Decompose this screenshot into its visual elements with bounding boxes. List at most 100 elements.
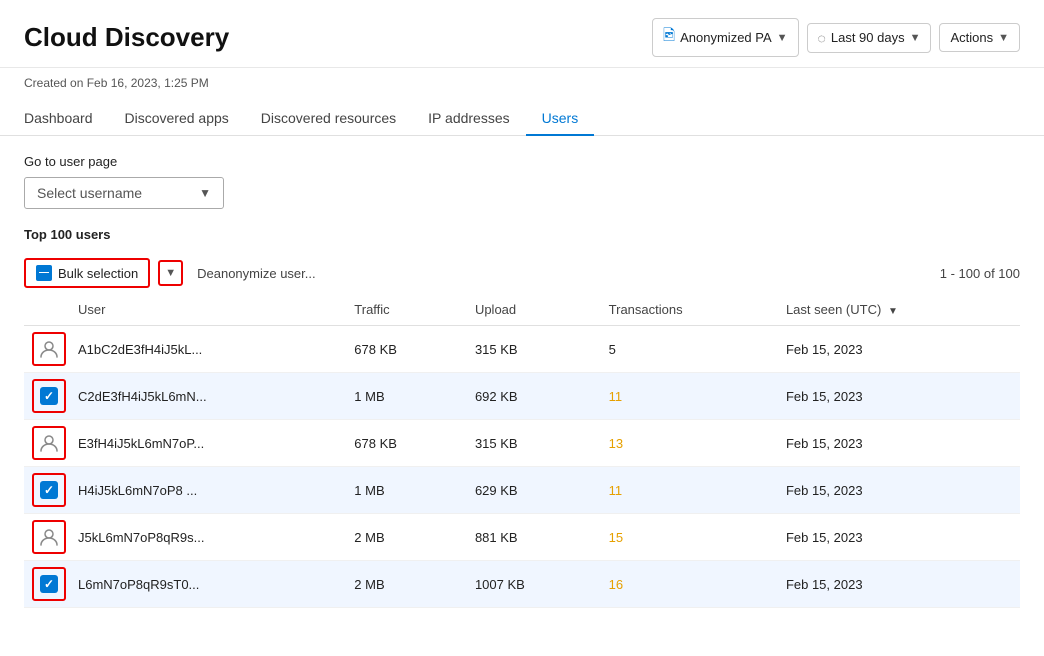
row-user: H4iJ5kL6mN7oP8 ... (66, 467, 342, 514)
go-to-user-label: Go to user page (24, 154, 1020, 169)
row-upload: 315 KB (463, 420, 597, 467)
actions-label: Actions (950, 30, 993, 45)
date-chevron-icon: ▼ (910, 32, 921, 44)
date-range-button[interactable]: ◌ Last 90 days ▼ (807, 23, 932, 53)
username-dropdown[interactable]: Select username ▼ (24, 177, 224, 209)
tab-users[interactable]: Users (526, 102, 595, 136)
created-on-text: Created on Feb 16, 2023, 1:25 PM (24, 76, 209, 90)
header: Cloud Discovery 🖻 Anonymized PA ▼ ◌ Last… (0, 0, 1044, 68)
header-controls: 🖻 Anonymized PA ▼ ◌ Last 90 days ▼ Actio… (652, 18, 1020, 57)
row-checkbox-cell (24, 561, 66, 608)
row-transactions: 5 (597, 326, 774, 373)
col-last-seen[interactable]: Last seen (UTC) ▼ (774, 294, 1020, 326)
row-checkbox-cell (24, 326, 66, 373)
sort-icon: ▼ (888, 306, 898, 317)
report-chevron-icon: ▼ (777, 32, 788, 44)
row-transactions: 11 (597, 373, 774, 420)
row-checkbox-wrapper[interactable] (32, 426, 66, 460)
row-last-seen: Feb 15, 2023 (774, 420, 1020, 467)
users-table: User Traffic Upload Transactions Last se… (24, 294, 1020, 608)
row-checkbox-wrapper[interactable] (32, 379, 66, 413)
table-row: E3fH4iJ5kL6mN7oP...678 KB315 KB13Feb 15,… (24, 420, 1020, 467)
col-upload[interactable]: Upload (463, 294, 597, 326)
dropdown-chevron-icon: ▼ (199, 186, 211, 200)
user-avatar-icon (35, 429, 63, 457)
main-content: Go to user page Select username ▼ Top 10… (0, 136, 1044, 626)
date-range-label: Last 90 days (831, 30, 905, 45)
tab-discovered-resources[interactable]: Discovered resources (245, 102, 412, 136)
table-row: J5kL6mN7oP8qR9s...2 MB881 KB15Feb 15, 20… (24, 514, 1020, 561)
row-transactions: 11 (597, 467, 774, 514)
bulk-left: Bulk selection ▼ Deanonymize user... (24, 258, 324, 288)
row-upload: 315 KB (463, 326, 597, 373)
col-transactions[interactable]: Transactions (597, 294, 774, 326)
row-user: J5kL6mN7oP8qR9s... (66, 514, 342, 561)
user-avatar-icon (35, 523, 63, 551)
bulk-checkbox-icon (36, 265, 52, 281)
bulk-bar: Bulk selection ▼ Deanonymize user... 1 -… (24, 252, 1020, 294)
row-transactions: 15 (597, 514, 774, 561)
row-user: C2dE3fH4iJ5kL6mN... (66, 373, 342, 420)
row-traffic: 1 MB (342, 373, 463, 420)
row-checkbox-wrapper[interactable] (32, 567, 66, 601)
deanonymize-button[interactable]: Deanonymize user... (189, 261, 324, 286)
user-avatar-icon (35, 335, 63, 363)
row-transactions: 16 (597, 561, 774, 608)
row-checkbox-cell (24, 420, 66, 467)
row-upload: 692 KB (463, 373, 597, 420)
row-traffic: 2 MB (342, 561, 463, 608)
col-traffic[interactable]: Traffic (342, 294, 463, 326)
row-checkbox-wrapper[interactable] (32, 473, 66, 507)
table-row: A1bC2dE3fH4iJ5kL...678 KB315 KB5Feb 15, … (24, 326, 1020, 373)
row-user: L6mN7oP8qR9sT0... (66, 561, 342, 608)
username-placeholder: Select username (37, 185, 142, 201)
col-checkbox (24, 294, 66, 326)
row-upload: 881 KB (463, 514, 597, 561)
row-traffic: 678 KB (342, 326, 463, 373)
row-checkbox-wrapper[interactable] (32, 332, 66, 366)
top-users-label: Top 100 users (24, 227, 1020, 242)
table-header-row: User Traffic Upload Transactions Last se… (24, 294, 1020, 326)
sub-header: Created on Feb 16, 2023, 1:25 PM (0, 68, 1044, 90)
bulk-selection-button[interactable]: Bulk selection (24, 258, 150, 288)
tabs-bar: Dashboard Discovered apps Discovered res… (0, 90, 1044, 136)
actions-chevron-icon: ▼ (998, 32, 1009, 44)
report-selector-button[interactable]: 🖻 Anonymized PA ▼ (652, 18, 798, 57)
row-last-seen: Feb 15, 2023 (774, 514, 1020, 561)
col-user[interactable]: User (66, 294, 342, 326)
tab-dashboard[interactable]: Dashboard (24, 102, 109, 136)
checked-icon (40, 481, 58, 499)
page-container: Cloud Discovery 🖻 Anonymized PA ▼ ◌ Last… (0, 0, 1044, 656)
row-last-seen: Feb 15, 2023 (774, 326, 1020, 373)
row-user: E3fH4iJ5kL6mN7oP... (66, 420, 342, 467)
page-info: 1 - 100 of 100 (940, 266, 1020, 281)
row-checkbox-cell (24, 373, 66, 420)
row-upload: 629 KB (463, 467, 597, 514)
actions-button[interactable]: Actions ▼ (939, 23, 1020, 52)
page-title: Cloud Discovery (24, 22, 229, 53)
row-user: A1bC2dE3fH4iJ5kL... (66, 326, 342, 373)
row-checkbox-cell (24, 467, 66, 514)
clock-icon: ◌ (818, 30, 826, 46)
bulk-selection-label: Bulk selection (58, 266, 138, 281)
row-traffic: 1 MB (342, 467, 463, 514)
row-upload: 1007 KB (463, 561, 597, 608)
row-last-seen: Feb 15, 2023 (774, 467, 1020, 514)
checked-icon (40, 575, 58, 593)
tab-discovered-apps[interactable]: Discovered apps (109, 102, 245, 136)
report-icon: 🖻 (663, 25, 675, 50)
row-last-seen: Feb 15, 2023 (774, 561, 1020, 608)
tab-ip-addresses[interactable]: IP addresses (412, 102, 525, 136)
row-traffic: 2 MB (342, 514, 463, 561)
report-label: Anonymized PA (680, 30, 772, 45)
row-traffic: 678 KB (342, 420, 463, 467)
checked-icon (40, 387, 58, 405)
table-row: L6mN7oP8qR9sT0...2 MB1007 KB16Feb 15, 20… (24, 561, 1020, 608)
table-row: H4iJ5kL6mN7oP8 ...1 MB629 KB11Feb 15, 20… (24, 467, 1020, 514)
table-row: C2dE3fH4iJ5kL6mN...1 MB692 KB11Feb 15, 2… (24, 373, 1020, 420)
bulk-chevron-icon[interactable]: ▼ (158, 260, 183, 286)
row-transactions: 13 (597, 420, 774, 467)
row-checkbox-wrapper[interactable] (32, 520, 66, 554)
row-checkbox-cell (24, 514, 66, 561)
row-last-seen: Feb 15, 2023 (774, 373, 1020, 420)
